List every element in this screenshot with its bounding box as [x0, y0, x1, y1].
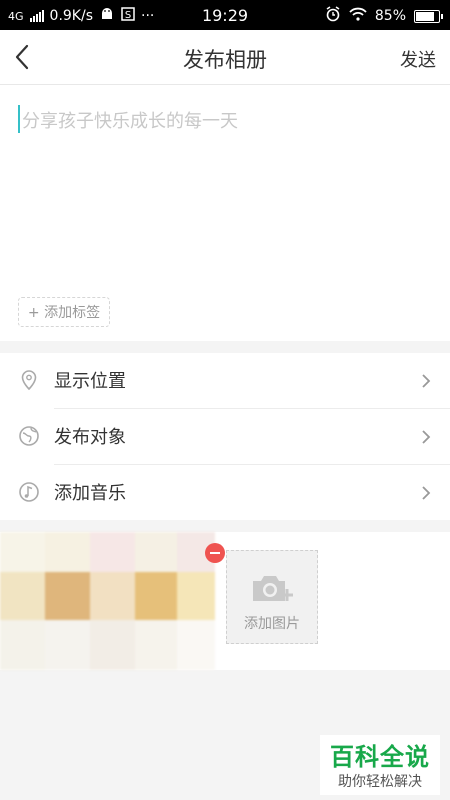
music-note-icon: [18, 481, 40, 503]
watermark-title: 百科全说: [330, 743, 430, 771]
add-photo-label: 添加图片: [244, 616, 300, 632]
option-label: 发布对象: [54, 427, 126, 448]
option-audience[interactable]: 发布对象: [0, 409, 450, 464]
camera-add-icon: [251, 573, 295, 609]
page-title: 发布相册: [183, 48, 267, 72]
alarm-icon: [325, 6, 341, 26]
post-text-input[interactable]: 分享孩子快乐成长的每一天: [22, 107, 238, 133]
location-pin-icon: [18, 369, 40, 391]
option-label: 添加音乐: [54, 483, 126, 504]
navigation-bar: 发布相册 发送: [0, 30, 450, 85]
add-photo-button[interactable]: 添加图片: [226, 550, 318, 644]
chevron-right-icon: [420, 427, 432, 447]
chevron-right-icon: [420, 483, 432, 503]
option-show-location[interactable]: 显示位置: [0, 353, 450, 408]
add-tag-button[interactable]: + 添加标签: [18, 297, 110, 327]
watermark-subtitle: 助你轻松解决: [338, 774, 422, 790]
watermark-logo: 百科全说 助你轻松解决: [320, 735, 440, 795]
battery-icon: [414, 9, 443, 23]
selected-photo-thumbnail[interactable]: [0, 532, 215, 670]
chevron-right-icon: [420, 371, 432, 391]
post-editor[interactable]: 分享孩子快乐成长的每一天 + 添加标签: [0, 85, 450, 341]
text-cursor: [18, 105, 20, 133]
status-bar: 4G 0.9K/s S ··· 19:29 85%: [0, 0, 450, 30]
option-label: 显示位置: [54, 371, 126, 392]
send-button[interactable]: 发送: [400, 46, 436, 72]
remove-photo-button[interactable]: [205, 543, 225, 563]
globe-icon: [18, 425, 40, 447]
photo-section: 添加图片: [0, 532, 450, 670]
option-add-music[interactable]: 添加音乐: [0, 465, 450, 520]
options-list: 显示位置 发布对象 添加音乐: [0, 353, 450, 520]
battery-percent: 85%: [374, 8, 406, 24]
wifi-icon: [349, 7, 367, 25]
